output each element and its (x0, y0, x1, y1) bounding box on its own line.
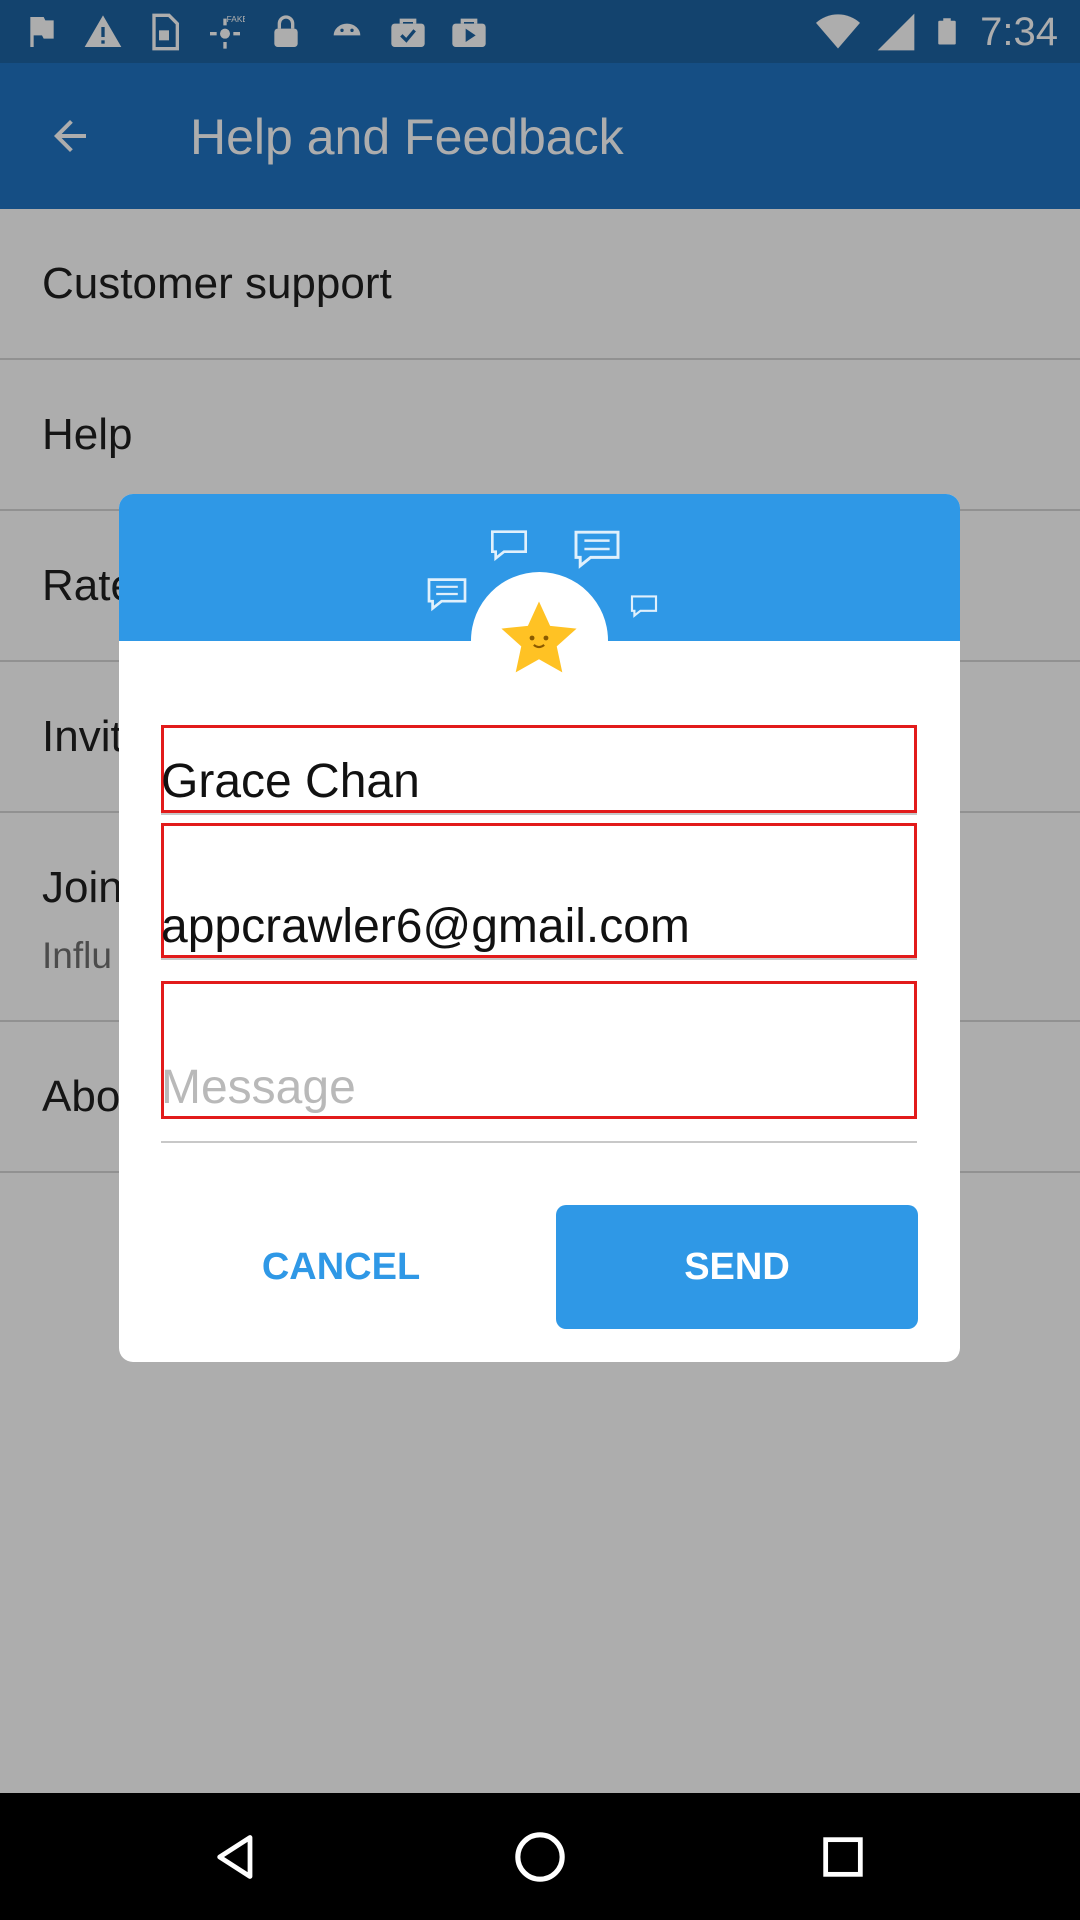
name-input[interactable] (161, 754, 917, 809)
back-triangle-icon (217, 1835, 253, 1879)
message-field (161, 981, 917, 1143)
nav-recents-button[interactable] (812, 1826, 874, 1888)
nav-back-button[interactable] (206, 1826, 268, 1888)
name-field (161, 725, 917, 815)
chat-bubble-icon (574, 530, 620, 569)
nav-home-button[interactable] (509, 1826, 571, 1888)
navigation-bar (0, 1793, 1080, 1920)
recents-square-icon (823, 1837, 863, 1877)
send-button[interactable]: SEND (556, 1205, 918, 1329)
cancel-button[interactable]: CANCEL (161, 1205, 521, 1329)
email-input[interactable] (161, 899, 917, 954)
chat-bubble-icon (427, 578, 467, 612)
chat-bubble-icon (491, 530, 527, 562)
smiling-star-icon (501, 601, 577, 673)
message-input[interactable] (161, 1060, 917, 1115)
email-field (161, 823, 917, 960)
chat-bubble-icon (630, 595, 658, 618)
home-circle-icon (515, 1832, 565, 1882)
feedback-dialog: CANCEL SEND (119, 494, 960, 1362)
